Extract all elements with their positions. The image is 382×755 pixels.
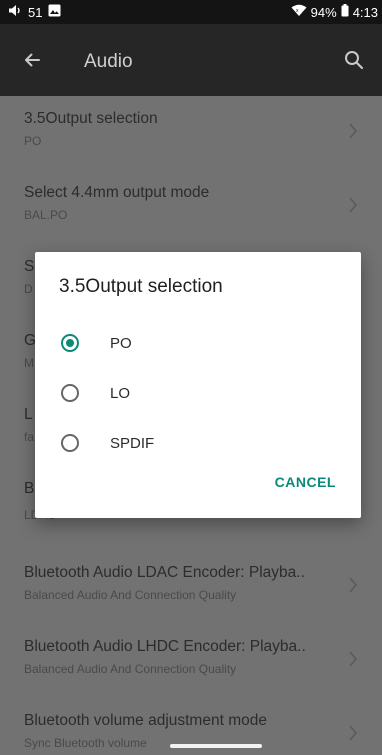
chevron-right-icon: [346, 194, 360, 216]
setting-subtitle: BAL.PO: [24, 208, 68, 222]
option-label: PO: [110, 335, 132, 352]
setting-subtitle: fa: [24, 430, 35, 444]
dialog-title: 3.5Output selection: [59, 276, 223, 297]
navigation-handle[interactable]: [170, 744, 262, 748]
setting-subtitle: D: [24, 282, 33, 296]
option-po[interactable]: PO: [35, 322, 361, 372]
setting-subtitle: M: [24, 356, 34, 370]
output-selection-dialog: 3.5Output selection PO LO SPDIF CANCEL: [35, 252, 361, 518]
battery-percent: 94%: [310, 4, 337, 20]
screen: 51 x 94% 4:13 Audio 3.5Output selection …: [0, 0, 382, 755]
setting-subtitle: Balanced Audio And Connection Quality: [24, 588, 237, 602]
setting-row-ldac-encoder[interactable]: Bluetooth Audio LDAC Encoder: Playba.. B…: [0, 550, 382, 624]
wifi-icon: x: [291, 4, 307, 20]
setting-title: Bluetooth Audio LDAC Encoder: Playba..: [24, 564, 305, 581]
chevron-right-icon: [346, 722, 360, 744]
setting-row-4-4mm-output[interactable]: Select 4.4mm output mode BAL.PO: [0, 170, 382, 244]
setting-title: 3.5Output selection: [24, 110, 158, 127]
setting-title: Bluetooth volume adjustment mode: [24, 712, 267, 729]
cancel-button[interactable]: CANCEL: [275, 474, 336, 490]
status-right: x 94% 4:13: [291, 4, 378, 20]
setting-row-lhdc-encoder[interactable]: Bluetooth Audio LHDC Encoder: Playba.. B…: [0, 624, 382, 698]
status-left: 51: [8, 4, 61, 20]
chevron-right-icon: [346, 648, 360, 670]
setting-subtitle: Sync Bluetooth volume: [24, 736, 147, 750]
setting-title: Bluetooth Audio LHDC Encoder: Playba..: [24, 638, 306, 655]
status-bar: 51 x 94% 4:13: [0, 0, 382, 24]
radio-button-selected[interactable]: [61, 334, 79, 352]
chevron-right-icon: [346, 574, 360, 596]
volume-icon: [8, 4, 22, 20]
setting-subtitle: PO: [24, 134, 42, 148]
image-notification-icon: [48, 4, 61, 20]
clock: 4:13: [352, 4, 378, 20]
setting-subtitle: Balanced Audio And Connection Quality: [24, 662, 237, 676]
radio-button[interactable]: [61, 384, 79, 402]
option-lo[interactable]: LO: [35, 372, 361, 422]
app-bar: Audio: [0, 24, 382, 96]
setting-title: Select 4.4mm output mode: [24, 184, 210, 201]
radio-button[interactable]: [61, 434, 79, 452]
option-label: SPDIF: [110, 435, 155, 452]
page-title: Audio: [84, 51, 133, 72]
search-icon[interactable]: [340, 46, 368, 74]
battery-icon: [341, 4, 349, 20]
arrow-back-icon[interactable]: [18, 46, 46, 74]
option-label: LO: [110, 385, 131, 402]
chevron-right-icon: [346, 120, 360, 142]
notification-count: 51: [28, 4, 43, 20]
option-spdif[interactable]: SPDIF: [35, 422, 361, 472]
setting-row-3-5-output[interactable]: 3.5Output selection PO: [0, 96, 382, 170]
